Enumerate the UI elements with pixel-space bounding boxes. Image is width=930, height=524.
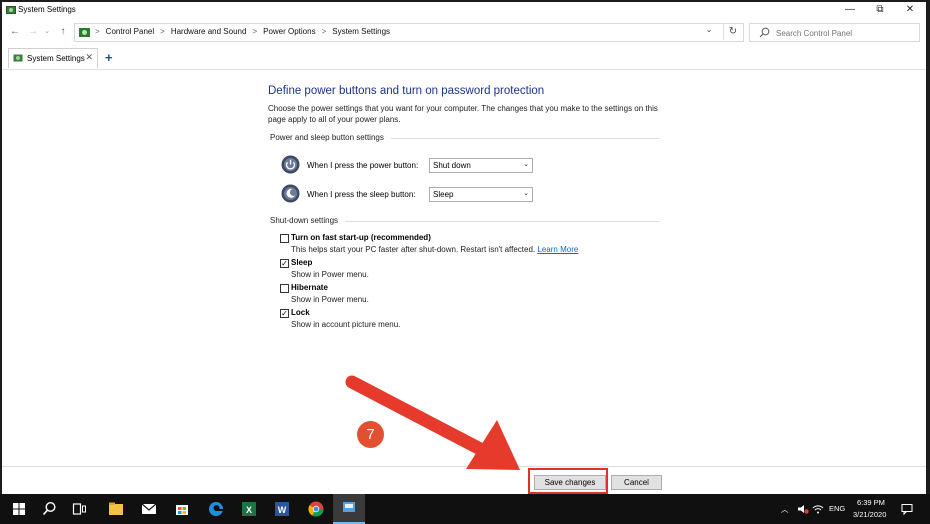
network-icon[interactable] bbox=[812, 504, 824, 514]
notifications-icon[interactable] bbox=[901, 503, 913, 515]
svg-text:W: W bbox=[278, 505, 287, 515]
mail-icon[interactable] bbox=[134, 494, 164, 524]
excel-icon[interactable]: X bbox=[234, 494, 264, 524]
edge-browser-icon[interactable] bbox=[201, 494, 231, 524]
step-number-badge: 7 bbox=[357, 421, 384, 448]
clock-date[interactable]: 3/21/2020 bbox=[853, 510, 886, 519]
store-icon[interactable] bbox=[167, 494, 197, 524]
word-icon[interactable]: W bbox=[267, 494, 297, 524]
control-panel-icon bbox=[343, 502, 355, 512]
file-explorer-icon[interactable] bbox=[101, 494, 131, 524]
search-icon[interactable] bbox=[34, 494, 64, 524]
windows-start-icon[interactable] bbox=[4, 494, 34, 524]
annotation-arrow bbox=[345, 375, 520, 470]
input-language[interactable]: ENG bbox=[829, 504, 845, 513]
clock-time[interactable]: 6:39 PM bbox=[857, 498, 885, 507]
task-view-icon[interactable] bbox=[64, 494, 94, 524]
hidden-icons-chevron-icon[interactable]: ︿ bbox=[781, 504, 789, 515]
chrome-icon[interactable] bbox=[301, 494, 331, 524]
speaker-icon[interactable] bbox=[797, 504, 809, 514]
svg-text:X: X bbox=[246, 505, 252, 515]
taskbar: X W ︿ ENG 6:39 PM 3/21/2020 bbox=[0, 494, 930, 524]
control-panel-taskbar-button[interactable] bbox=[333, 494, 365, 524]
